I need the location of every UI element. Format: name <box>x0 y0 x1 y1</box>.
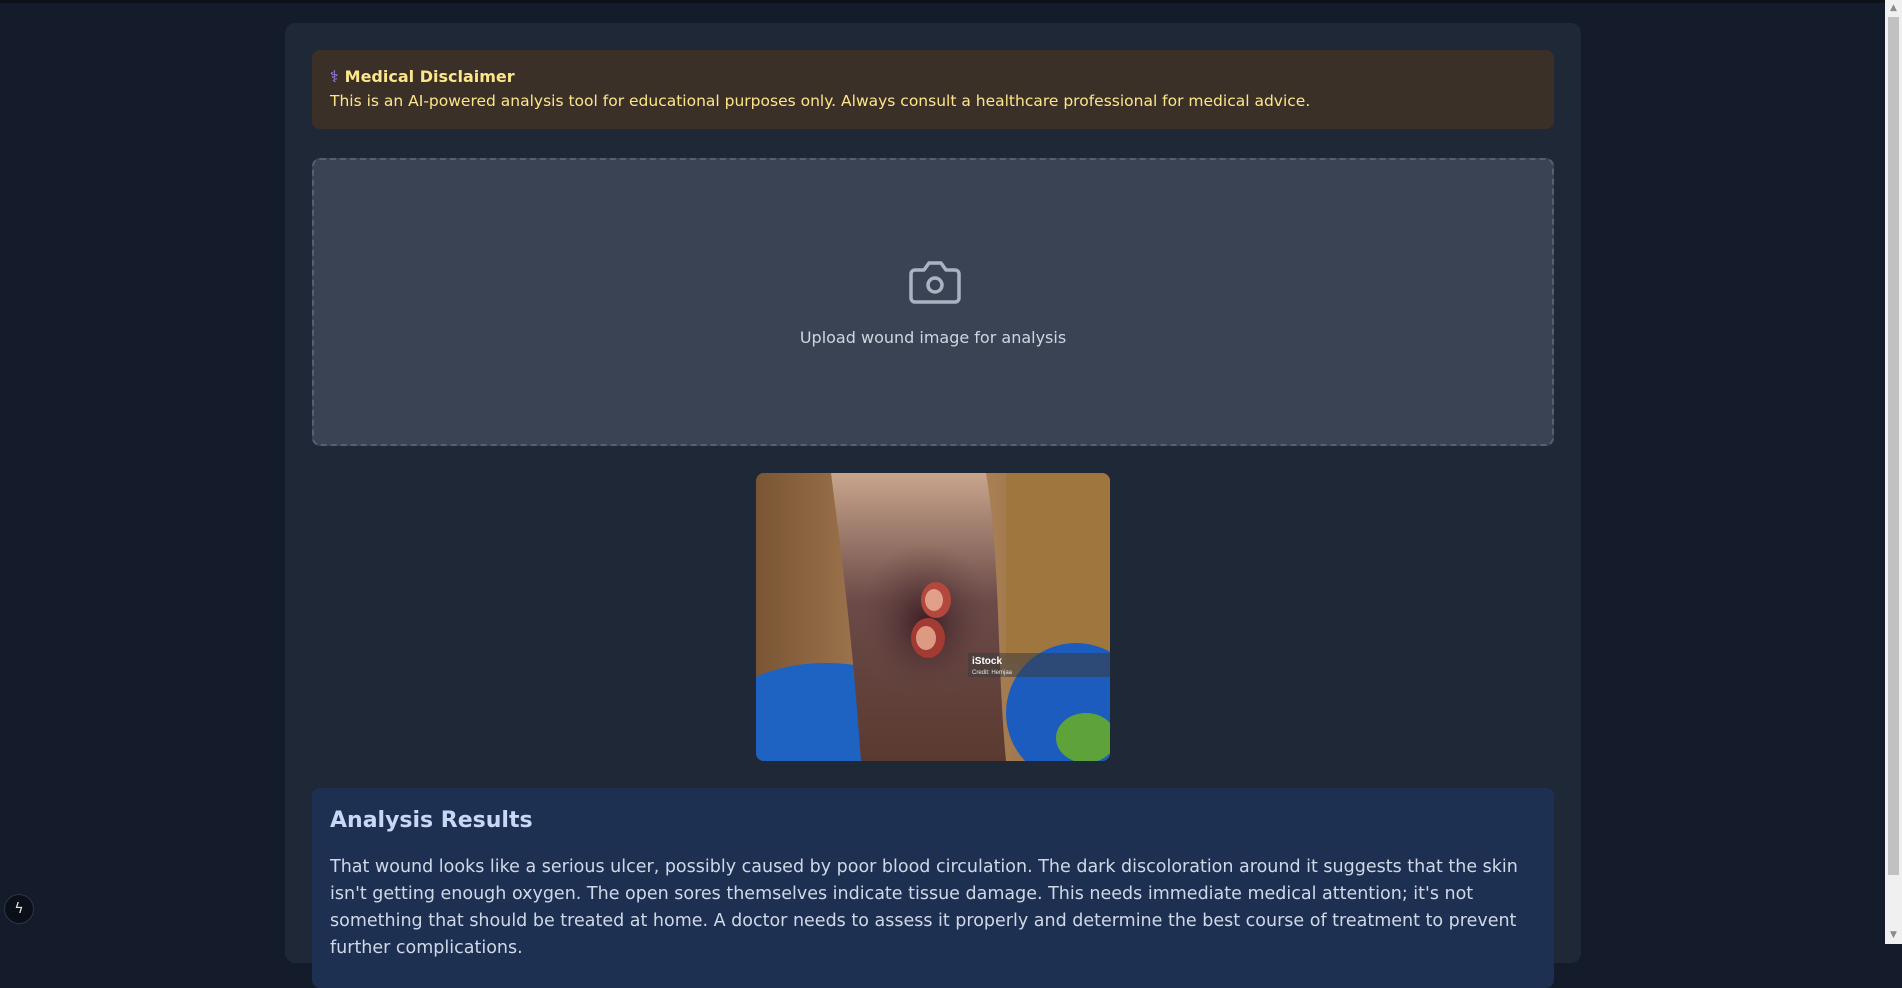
scroll-down-arrow-icon[interactable]: ▼ <box>1885 927 1902 944</box>
disclaimer-text: This is an AI-powered analysis tool for … <box>330 92 1311 110</box>
analysis-results-panel: Analysis Results That wound looks like a… <box>312 788 1554 988</box>
watermark-credit: Credit: Hemjaa <box>972 670 1013 676</box>
wound-photo: iStock Credit: Hemjaa <box>756 473 1110 761</box>
disclaimer-header: ⚕ Medical Disclaimer <box>330 66 1536 86</box>
watermark-brand: iStock <box>972 656 1002 667</box>
medical-disclaimer-banner: ⚕ Medical Disclaimer This is an AI-power… <box>312 50 1554 129</box>
scroll-up-arrow-icon[interactable]: ▲ <box>1885 0 1902 17</box>
main-card: ⚕ Medical Disclaimer This is an AI-power… <box>285 23 1581 988</box>
browser-top-edge <box>0 0 1885 3</box>
wound-image-preview: iStock Credit: Hemjaa <box>756 473 1110 761</box>
page-scrollbar[interactable]: ▲ ▼ <box>1885 0 1902 944</box>
disclaimer-title: Medical Disclaimer <box>344 66 515 86</box>
camera-icon <box>909 261 961 304</box>
results-title: Analysis Results <box>330 808 533 833</box>
image-upload-dropzone[interactable]: Upload wound image for analysis <box>312 158 1554 446</box>
scrollbar-thumb[interactable] <box>1888 17 1899 875</box>
caduceus-icon: ⚕ <box>330 66 339 86</box>
dev-tools-lightning-icon[interactable]: ϟ <box>4 894 34 924</box>
results-text: That wound looks like a serious ulcer, p… <box>330 857 1518 958</box>
upload-label: Upload wound image for analysis <box>799 328 1067 347</box>
